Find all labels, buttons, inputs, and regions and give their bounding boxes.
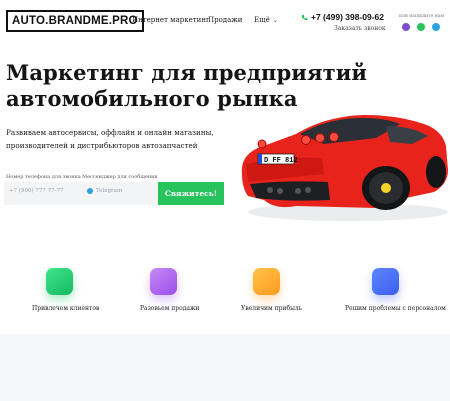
staff-icon: [372, 268, 399, 295]
callback-link[interactable]: Заказать звонок: [334, 25, 386, 32]
nav-internet-marketing[interactable]: Интернет маркетинг: [132, 16, 210, 24]
nav-more-label: Ещё: [254, 16, 270, 24]
profit-icon: [253, 268, 280, 295]
nav-more[interactable]: Ещё ⌄: [254, 16, 278, 24]
next-section-band: [0, 334, 450, 401]
license-plate: D FF 812: [264, 157, 298, 165]
phone-icon: [301, 14, 308, 20]
sales-icon: [150, 268, 177, 295]
telegram-icon[interactable]: [432, 23, 440, 31]
viber-icon[interactable]: [402, 23, 410, 31]
submit-button[interactable]: Свяжитесь!: [158, 182, 224, 205]
phone-field-label: Номер телефона для звонка: [6, 174, 81, 180]
feature-label: Решим проблемы с персоналом: [345, 305, 446, 312]
red-sports-car-image: D FF 812: [241, 115, 448, 221]
feature-label: Привлечем клиентов: [32, 305, 100, 312]
feature-label: Увеличим прибыль: [241, 305, 302, 312]
feature-label: Разовьем продажи: [140, 305, 200, 312]
messenger-select-value: Telegram: [96, 188, 123, 194]
messengers-label: или напишите нам: [399, 14, 444, 19]
telegram-icon: [87, 188, 93, 194]
chevron-down-icon: ⌄: [272, 16, 278, 24]
users-icon: [46, 268, 73, 295]
phone-text: +7 (499) 398-09-62: [311, 12, 385, 22]
phone-input[interactable]: +7 (900) 777 77-77: [9, 188, 64, 194]
nav-sales[interactable]: Продажи: [208, 16, 242, 24]
whatsapp-icon[interactable]: [417, 23, 425, 31]
site-logo[interactable]: AUTO.BRANDME.PRO: [6, 10, 144, 32]
hero-subtitle: Развиваем автосервисы, оффлайн и онлайн …: [6, 128, 214, 150]
messenger-field-label: Мессенджер для сообщения: [82, 174, 158, 180]
messenger-select[interactable]: Telegram: [87, 188, 122, 194]
phone-number[interactable]: +7 (499) 398-09-62: [301, 12, 384, 22]
